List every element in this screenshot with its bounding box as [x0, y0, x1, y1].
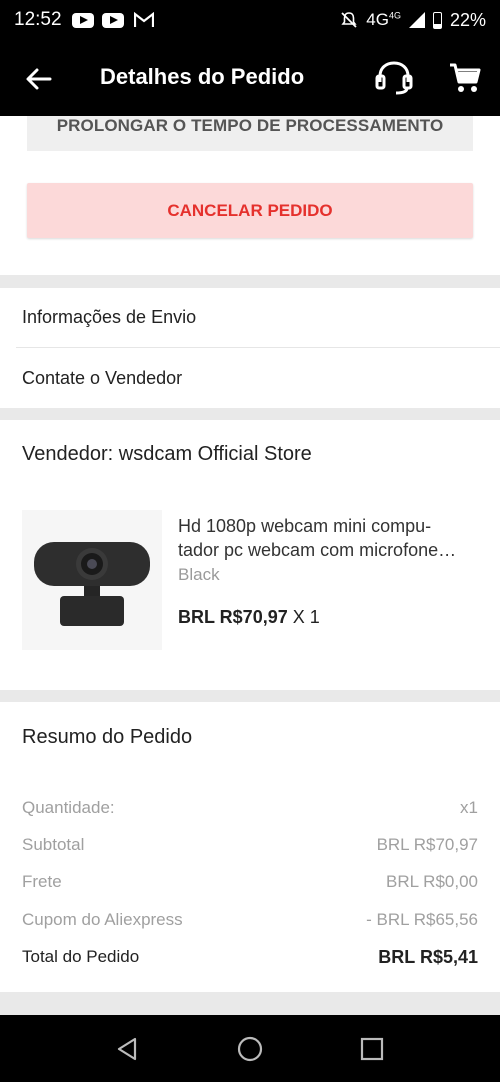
youtube-notification-icon-2	[101, 12, 124, 28]
product-price: BRL R$70,97 X 1	[178, 607, 320, 627]
app-bar: Detalhes do Pedido	[0, 40, 500, 116]
contact-seller-link[interactable]: Contate o Vendedor	[22, 368, 182, 389]
battery-percent: 22%	[449, 9, 486, 30]
battery-icon	[432, 11, 442, 29]
nav-recents-icon[interactable]	[357, 1034, 387, 1064]
signal-icon	[408, 12, 425, 28]
order-links-section	[0, 288, 500, 408]
divider	[16, 347, 500, 348]
mute-notifications-icon	[341, 12, 357, 28]
summary-title: Resumo do Pedido	[22, 726, 193, 748]
back-arrow-icon[interactable]	[24, 64, 54, 94]
customer-support-icon[interactable]	[374, 60, 414, 96]
summary-row-total: Total do Pedido BRL R$5,41	[22, 947, 478, 967]
youtube-notification-icon	[71, 12, 94, 28]
product-variant: Black	[178, 565, 220, 584]
status-bar: 12:52 4G4G 22%	[0, 0, 500, 40]
shipping-info-link[interactable]: Informações de Envio	[22, 307, 196, 328]
product-name[interactable]: Hd 1080p webcam mini compu- tador pc web…	[178, 514, 468, 562]
prolong-processing-button[interactable]: PROLONGAR O TEMPO DE PROCESSAMENTO	[27, 116, 473, 151]
system-navigation-bar	[0, 1015, 500, 1082]
nav-back-icon[interactable]	[113, 1034, 143, 1064]
summary-row-quantity: Quantidade: x1	[22, 798, 478, 817]
seller-name[interactable]: Vendedor: wsdcam Official Store	[22, 443, 312, 466]
top-bar: 12:52 4G4G 22% Detalhes do Pedido	[0, 0, 500, 116]
nav-home-icon[interactable]	[235, 1034, 265, 1064]
network-type: 4G4G	[366, 10, 401, 29]
page-title: Detalhes do Pedido	[100, 64, 305, 89]
status-time: 12:52	[14, 9, 62, 30]
summary-row-subtotal: Subtotal BRL R$70,97	[22, 835, 478, 854]
shopping-cart-icon[interactable]	[448, 62, 482, 94]
gmail-notification-icon	[133, 12, 154, 27]
summary-row-shipping: Frete BRL R$0,00	[22, 872, 478, 891]
cancel-order-button[interactable]: CANCELAR PEDIDO	[27, 183, 473, 238]
summary-row-coupon: Cupom do Aliexpress - BRL R$65,56	[22, 910, 478, 929]
product-image[interactable]	[22, 510, 162, 650]
